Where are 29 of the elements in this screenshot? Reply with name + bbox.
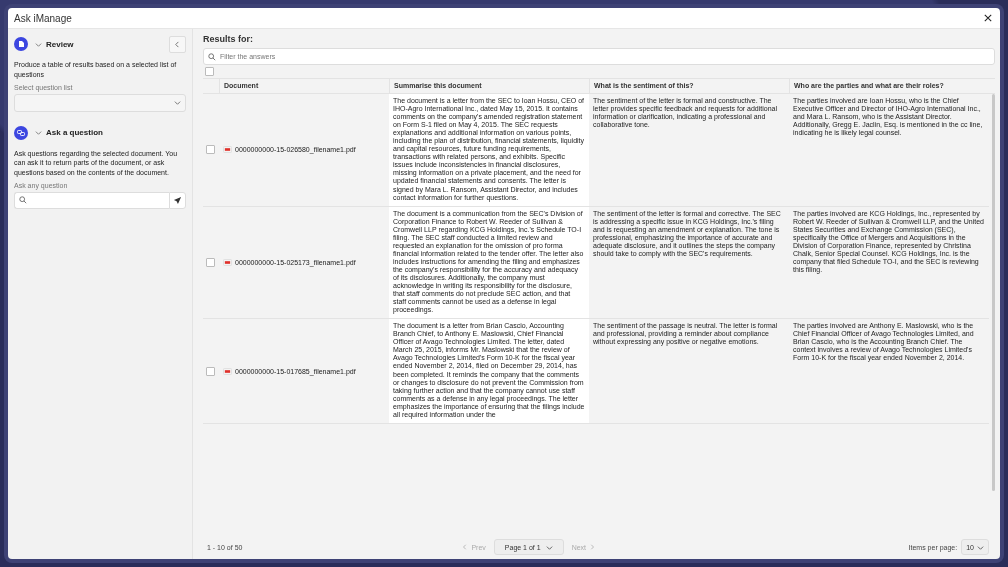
select-all-checkbox[interactable]	[205, 67, 214, 76]
section-title: Review	[46, 39, 75, 49]
section-title: Ask a question	[46, 128, 104, 138]
chevron-down-icon	[174, 99, 181, 107]
caret-icon[interactable]	[35, 129, 42, 137]
row-checkbox[interactable]	[206, 257, 215, 267]
close-icon[interactable]	[984, 14, 992, 22]
send-button[interactable]	[169, 192, 186, 209]
pdf-file-icon	[223, 367, 232, 375]
search-icon	[208, 52, 216, 61]
results-heading: Results for:	[203, 33, 254, 46]
chevron-down-icon	[977, 543, 984, 551]
chevron-right-icon	[589, 544, 596, 550]
window-title: Ask iManage	[14, 12, 72, 24]
paper-plane-icon	[173, 196, 182, 205]
pdf-file-icon	[223, 146, 232, 154]
chevron-left-icon	[462, 544, 469, 550]
scrollbar[interactable]	[992, 94, 995, 491]
chevron-down-icon	[545, 543, 553, 551]
caret-icon[interactable]	[35, 40, 42, 48]
question-list-dropdown[interactable]	[14, 93, 186, 112]
document-icon	[14, 37, 28, 51]
row-checkbox[interactable]	[206, 145, 215, 155]
collapse-button[interactable]	[169, 35, 186, 53]
pdf-file-icon	[223, 258, 232, 266]
question-input[interactable]	[14, 192, 169, 209]
row-checkbox[interactable]	[206, 366, 215, 376]
search-icon	[19, 196, 27, 205]
chevron-left-icon	[174, 40, 181, 48]
